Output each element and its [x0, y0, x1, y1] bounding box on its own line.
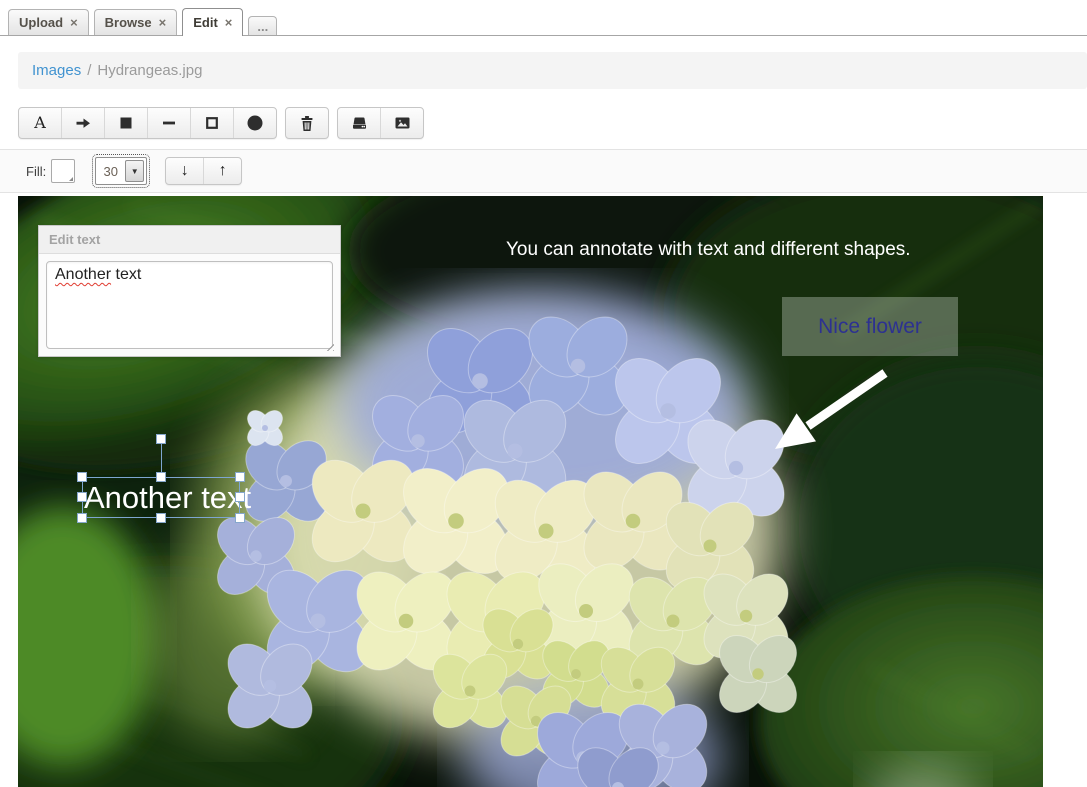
rotate-handle[interactable] — [156, 434, 166, 444]
tab-bar: Upload × Browse × Edit × ... — [0, 0, 1087, 36]
tab-more[interactable]: ... — [248, 16, 277, 35]
label-box-annotation[interactable]: Nice flower — [782, 297, 958, 356]
delete-button[interactable] — [286, 108, 328, 138]
fill-color-swatch[interactable] — [51, 159, 75, 183]
breadcrumb-current-file: Hydrangeas.jpg — [97, 62, 202, 79]
line-icon — [161, 115, 177, 131]
delete-group — [285, 107, 329, 139]
chevron-down-icon[interactable]: ▼ — [125, 160, 144, 182]
annotation-toolbar: A — [18, 107, 424, 139]
resize-handle-mid-right[interactable] — [235, 492, 245, 502]
resize-handle-bottom-right[interactable] — [235, 513, 245, 523]
fill-toolbar: Fill: 30 ▼ ↓ ↑ — [0, 149, 1087, 193]
editor-canvas[interactable]: You can annotate with text and different… — [18, 196, 1043, 787]
resize-handle-top-right[interactable] — [235, 472, 245, 482]
trash-icon — [299, 115, 315, 132]
filled-circle-icon — [246, 114, 264, 132]
resize-handle-top-center[interactable] — [156, 472, 166, 482]
svg-text:A: A — [33, 114, 46, 132]
resize-handle-mid-left[interactable] — [77, 492, 87, 502]
tab-upload[interactable]: Upload × — [8, 9, 89, 35]
swatch-dropdown-triangle-icon — [69, 177, 73, 181]
close-icon[interactable]: × — [225, 15, 233, 30]
filled-square-icon — [118, 115, 134, 131]
font-size-select[interactable]: 30 ▼ — [95, 157, 147, 185]
fill-label: Fill: — [26, 164, 46, 179]
shape-tools-group: A — [18, 107, 277, 139]
arrow-tool-button[interactable] — [62, 108, 105, 138]
filled-rect-tool-button[interactable] — [105, 108, 148, 138]
textarea-rest: text — [111, 266, 141, 283]
tab-upload-label: Upload — [19, 15, 63, 30]
tab-edit-label: Edit — [193, 15, 218, 30]
tab-edit[interactable]: Edit × — [182, 8, 243, 36]
close-icon[interactable]: × — [159, 15, 167, 30]
tab-more-label: ... — [257, 19, 268, 34]
arrow-icon — [75, 115, 91, 131]
outline-rect-tool-button[interactable] — [191, 108, 234, 138]
text-icon: A — [31, 114, 49, 132]
bring-forward-button[interactable]: ↑ — [204, 158, 241, 184]
text-annotation[interactable]: You can annotate with text and different… — [506, 239, 911, 261]
save-to-disk-button[interactable] — [338, 108, 381, 138]
arrow-down-icon: ↓ — [181, 162, 189, 180]
rotation-connector-line — [161, 444, 162, 472]
edit-text-panel-body: Another text — [39, 254, 340, 356]
breadcrumb-separator: / — [87, 62, 91, 79]
load-image-button[interactable] — [381, 108, 423, 138]
breadcrumb: Images / Hydrangeas.jpg — [18, 52, 1087, 89]
send-backward-button[interactable]: ↓ — [166, 158, 204, 184]
font-size-value: 30 — [96, 164, 125, 179]
resize-handle-bottom-center[interactable] — [156, 513, 166, 523]
textarea-word: Another — [55, 266, 111, 283]
breadcrumb-link-images[interactable]: Images — [32, 62, 81, 79]
text-tool-button[interactable]: A — [19, 108, 62, 138]
square-outline-icon — [204, 115, 220, 131]
layer-order-group: ↓ ↑ — [165, 157, 242, 185]
edit-text-panel-title: Edit text — [39, 226, 340, 254]
resize-handle-top-left[interactable] — [77, 472, 87, 482]
image-icon — [394, 115, 411, 131]
circle-tool-button[interactable] — [234, 108, 276, 138]
edit-text-panel: Edit text Another text — [38, 225, 341, 357]
io-group — [337, 107, 424, 139]
edit-text-textarea[interactable]: Another text — [46, 261, 333, 349]
selection-box[interactable] — [82, 477, 240, 518]
tab-browse-label: Browse — [105, 15, 152, 30]
tab-browse[interactable]: Browse × — [94, 9, 178, 35]
disk-drive-icon — [351, 115, 368, 131]
close-icon[interactable]: × — [70, 15, 78, 30]
resize-handle-bottom-left[interactable] — [77, 513, 87, 523]
arrow-up-icon: ↑ — [219, 162, 227, 180]
line-tool-button[interactable] — [148, 108, 191, 138]
